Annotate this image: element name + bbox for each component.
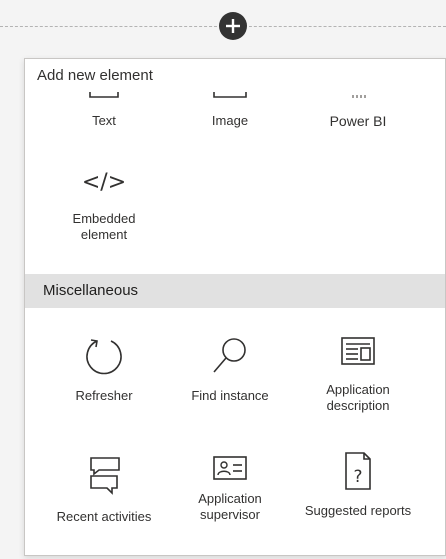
tile-find-instance[interactable]: Find instance <box>165 336 295 404</box>
document-question-icon: ? <box>345 452 371 490</box>
search-icon <box>213 338 246 373</box>
refresh-icon <box>86 339 122 375</box>
tile-image-label: Image <box>211 113 249 128</box>
element-list[interactable]: Text Image Power BI </> Embedded element… <box>25 59 445 555</box>
add-element-panel: Text Image Power BI </> Embedded element… <box>24 58 446 556</box>
tile-application-description-label-2: description <box>326 398 390 413</box>
section-miscellaneous: Miscellaneous <box>25 274 445 308</box>
contact-card-icon <box>213 456 247 480</box>
chat-icon <box>90 457 120 495</box>
panel-header: Add new element <box>25 59 445 92</box>
tile-embedded-label-1: Embedded <box>72 211 136 226</box>
tile-suggested-reports[interactable]: ? Suggested reports <box>293 449 423 519</box>
tile-refresher[interactable]: Refresher <box>39 336 169 404</box>
tile-find-instance-label: Find instance <box>191 388 269 403</box>
svg-text:?: ? <box>353 467 362 487</box>
panel-title: Add new element <box>37 67 153 84</box>
tile-embedded-label-2: element <box>80 227 128 242</box>
tile-recent-activities[interactable]: Recent activities <box>39 455 169 525</box>
tile-refresher-label: Refresher <box>75 388 133 403</box>
tile-application-supervisor-label-2: supervisor <box>200 507 260 522</box>
tile-application-description[interactable]: Application description <box>293 336 423 414</box>
tile-application-supervisor-label-1: Application <box>198 491 262 506</box>
add-element-button[interactable] <box>219 12 247 40</box>
tile-text-label: Text <box>92 113 116 128</box>
application-description-icon <box>341 337 375 365</box>
code-icon: </> <box>81 170 127 195</box>
tile-application-description-label-1: Application <box>326 382 390 397</box>
tile-suggested-reports-label: Suggested reports <box>304 503 412 518</box>
plus-icon <box>226 19 240 33</box>
tile-embedded-element[interactable]: </> Embedded element <box>39 169 169 243</box>
tile-power-bi-label: Power BI <box>329 113 387 129</box>
section-title: Miscellaneous <box>43 282 139 299</box>
tile-application-supervisor[interactable]: Application supervisor <box>165 455 295 523</box>
tile-recent-activities-label: Recent activities <box>56 509 152 524</box>
